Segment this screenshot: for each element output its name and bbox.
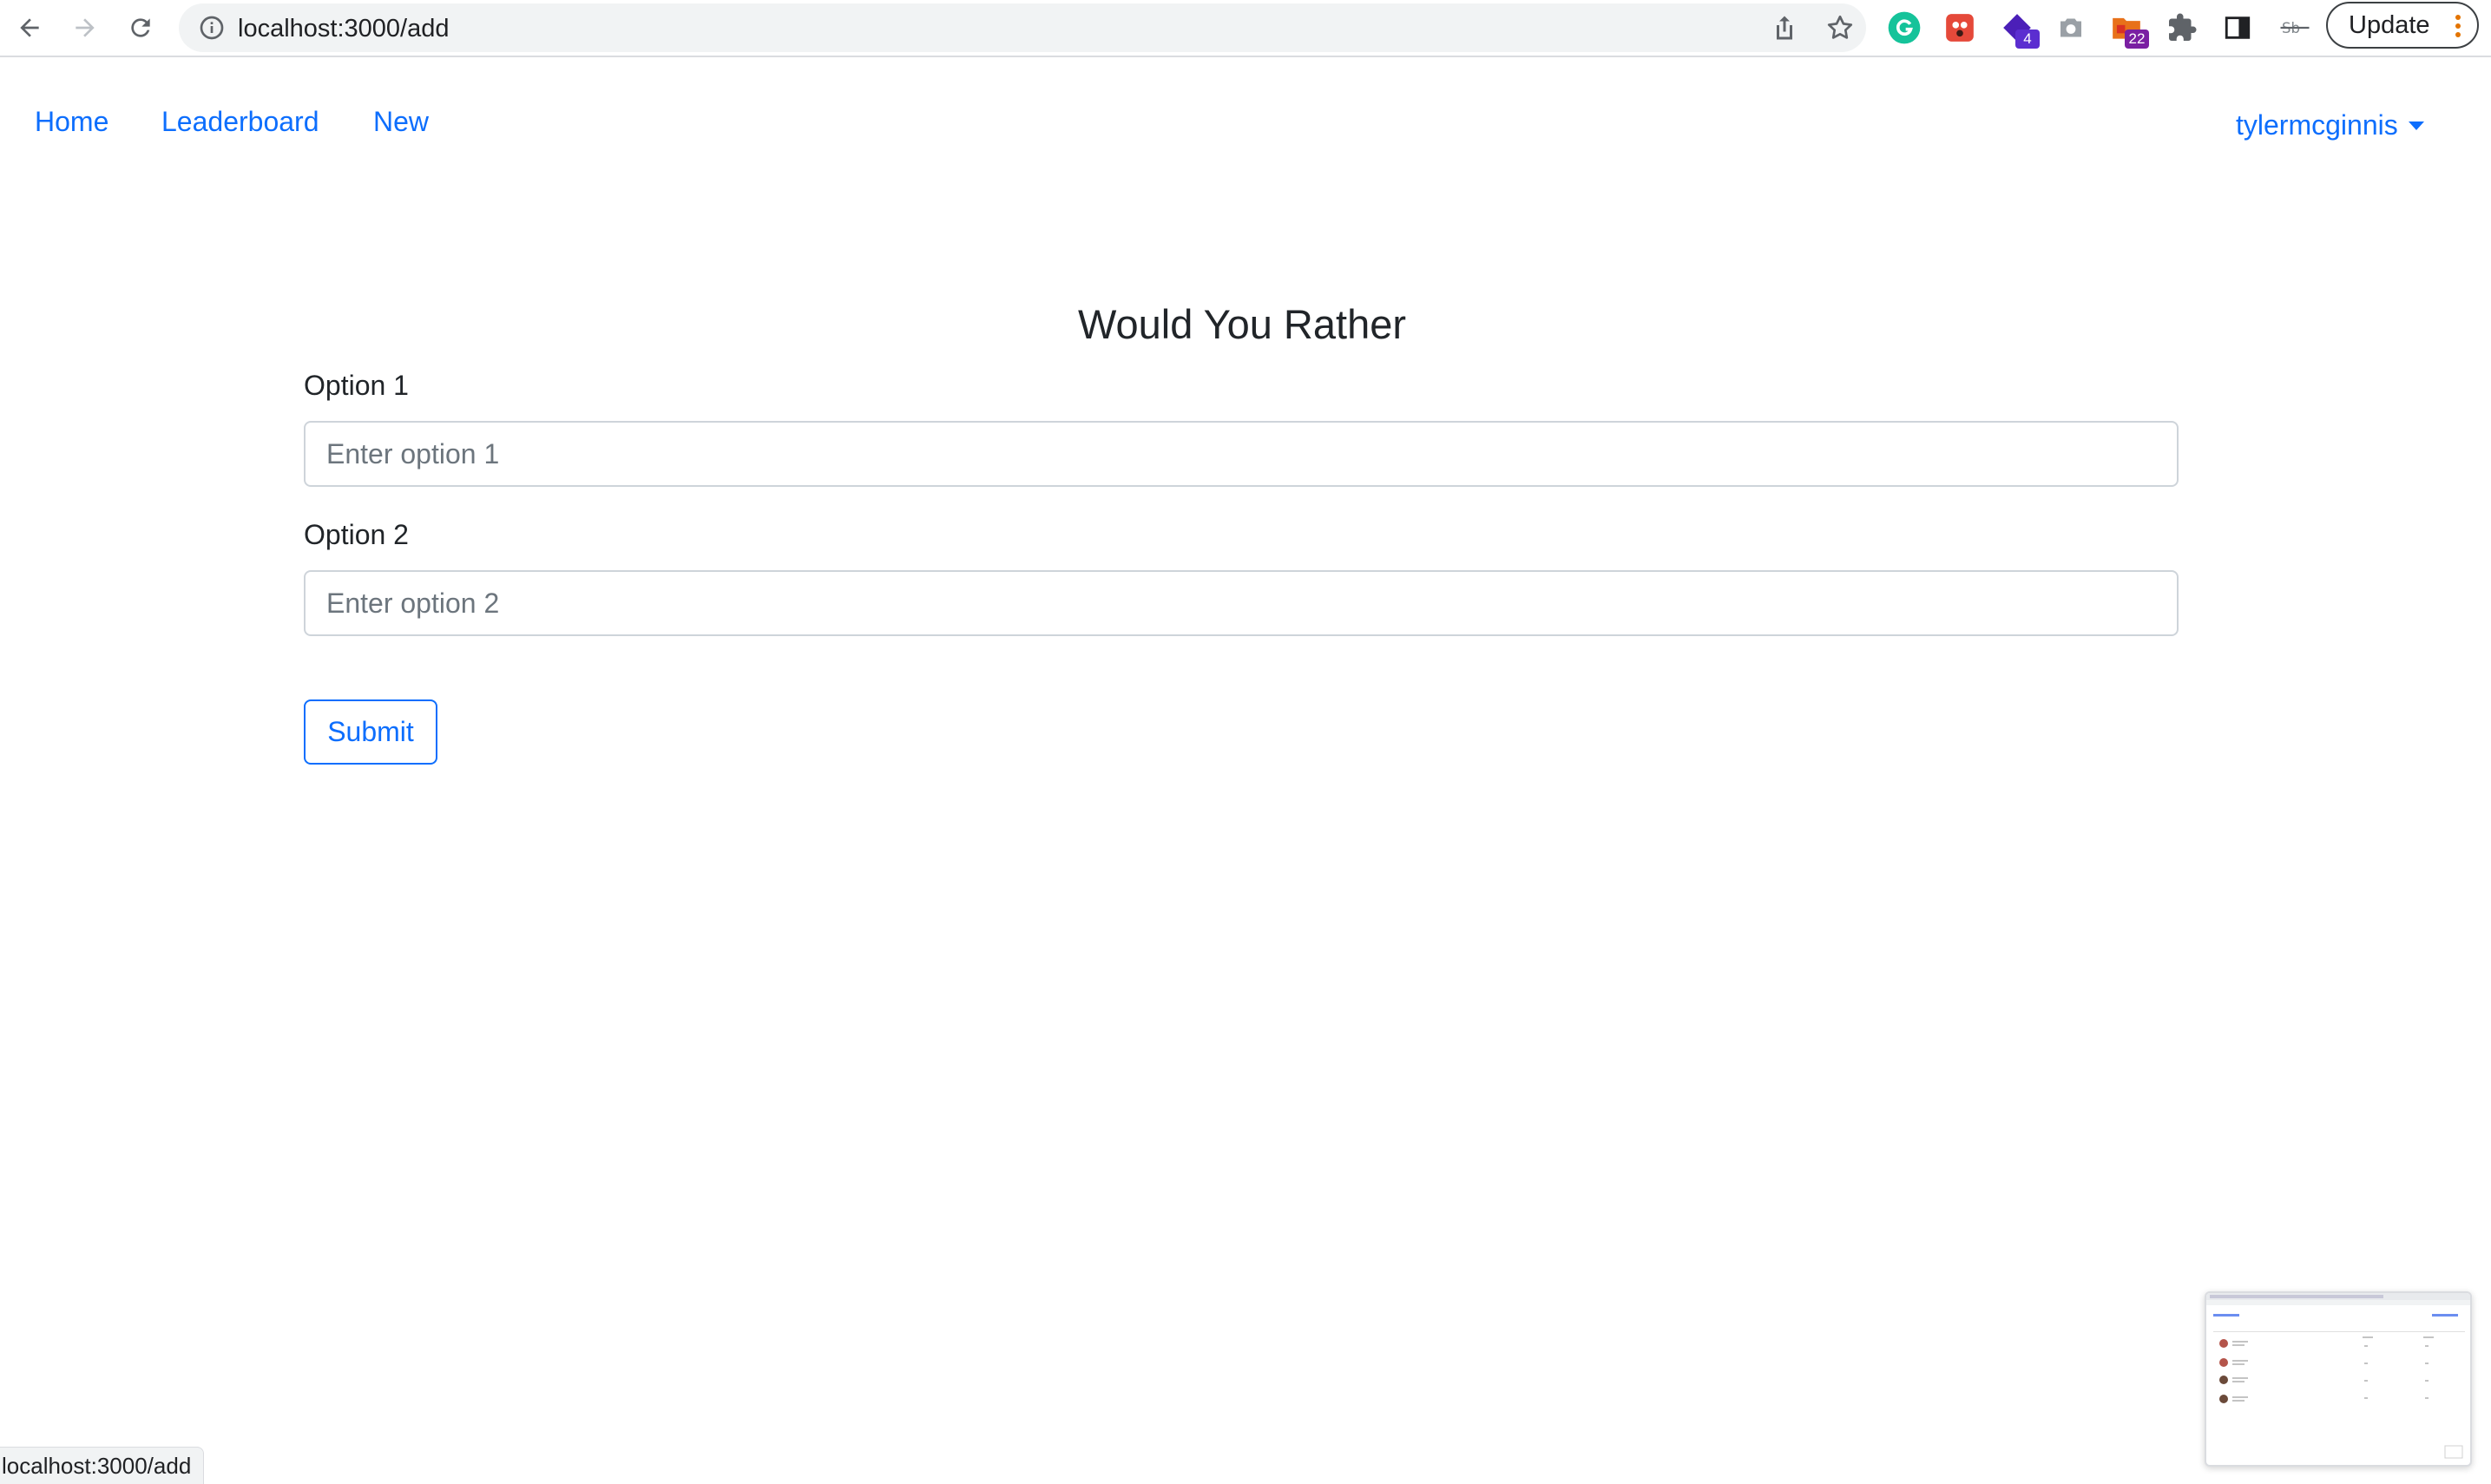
strikethrough-extension-icon[interactable]: Sb	[2276, 9, 2314, 47]
option2-input[interactable]	[304, 570, 2179, 636]
extension-badge: 4	[2015, 30, 2040, 49]
nav-leaderboard-link[interactable]: Leaderboard	[161, 106, 319, 138]
purple-extension-icon[interactable]: 4	[1998, 9, 2040, 49]
caret-down-icon	[2408, 121, 2424, 130]
share-icon[interactable]	[1769, 12, 1800, 43]
user-dropdown[interactable]: tylermcginnis	[2236, 109, 2424, 141]
page-title: Would You Rather	[1077, 301, 1407, 347]
bookmark-star-icon[interactable]	[1824, 12, 1856, 43]
folder-extension-icon[interactable]: 22	[2107, 9, 2149, 49]
submit-button[interactable]: Submit	[304, 699, 437, 765]
thumbnail-preview-image	[2206, 1293, 2470, 1459]
user-name: tylermcginnis	[2236, 109, 2398, 141]
page-preview-thumbnail[interactable]	[2205, 1291, 2472, 1467]
extension-badge: 22	[2125, 30, 2149, 49]
option1-label: Option 1	[304, 370, 409, 401]
puzzle-icon[interactable]	[2163, 9, 2201, 47]
nav-new-link[interactable]: New	[373, 106, 429, 138]
site-info-icon[interactable]	[198, 14, 226, 42]
reload-icon	[131, 18, 150, 37]
update-button[interactable]: Update	[2326, 2, 2479, 49]
side-panel-icon[interactable]	[2218, 9, 2257, 47]
update-label: Update	[2349, 10, 2430, 39]
address-bar[interactable]: localhost:3000/add	[179, 3, 1866, 52]
back-button[interactable]	[9, 7, 50, 49]
grammarly-icon[interactable]	[1885, 9, 1923, 47]
back-arrow-icon	[20, 18, 39, 37]
browser-toolbar: localhost:3000/add 4 22 Sb Update	[0, 0, 2491, 57]
reload-button[interactable]	[120, 7, 161, 49]
ladybug-extension-icon[interactable]	[1941, 9, 1979, 47]
camera-icon[interactable]	[2052, 9, 2090, 47]
option1-input[interactable]	[304, 421, 2179, 487]
status-bar: localhost:3000/add	[0, 1447, 205, 1484]
option2-label: Option 2	[304, 519, 409, 550]
forward-button[interactable]	[64, 7, 106, 49]
url-text[interactable]: localhost:3000/add	[238, 15, 449, 43]
more-menu-icon	[2455, 15, 2461, 37]
forward-arrow-icon	[76, 18, 95, 37]
nav-home-link[interactable]: Home	[35, 106, 108, 138]
